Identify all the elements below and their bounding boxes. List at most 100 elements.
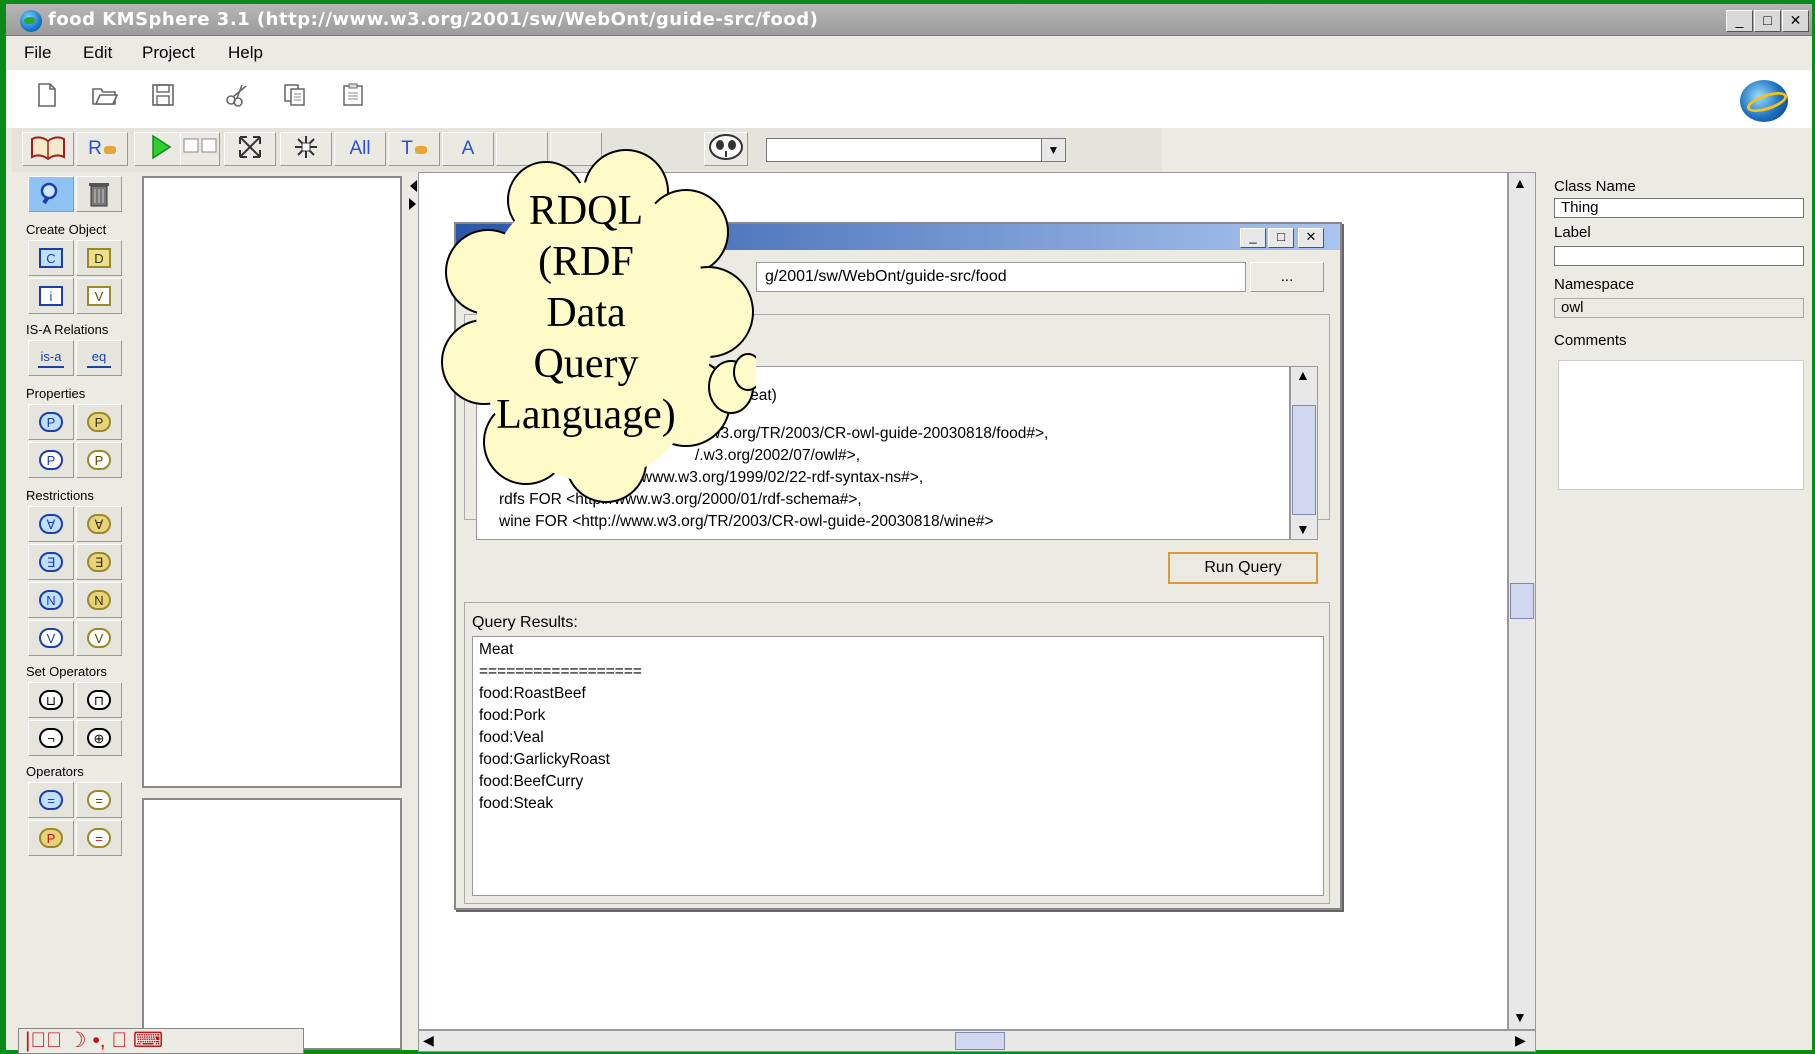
object-property-button[interactable]: P bbox=[28, 404, 74, 440]
scroll-left-icon[interactable]: ◀ bbox=[423, 1032, 434, 1049]
scroll-thumb[interactable] bbox=[955, 1032, 1005, 1050]
close-button[interactable]: ✕ bbox=[1782, 10, 1809, 32]
namespace-label: Namespace bbox=[1554, 276, 1635, 293]
all-values-data-button[interactable]: ∀ bbox=[76, 506, 122, 542]
union-button[interactable]: ⊔ bbox=[28, 682, 74, 718]
dialog-maximize-button[interactable]: □ bbox=[1268, 228, 1294, 248]
all-values-data-label: ∀ bbox=[87, 514, 111, 534]
paste-icon[interactable] bbox=[336, 82, 370, 116]
cardinality-button[interactable]: N bbox=[28, 582, 74, 618]
menu-project[interactable]: Project bbox=[142, 43, 195, 63]
same-as-data-button[interactable]: = bbox=[76, 782, 122, 818]
expand-icon[interactable] bbox=[280, 132, 332, 166]
all-button[interactable]: All bbox=[334, 132, 386, 166]
has-value-data-button[interactable]: V bbox=[76, 620, 122, 656]
one-of-button[interactable]: ⊕ bbox=[76, 720, 122, 756]
scroll-thumb[interactable] bbox=[1292, 405, 1316, 515]
complement-button[interactable]: ¬ bbox=[28, 720, 74, 756]
open-folder-icon[interactable] bbox=[88, 82, 122, 116]
some-values-label: ∃ bbox=[39, 552, 63, 572]
scroll-down-icon[interactable]: ▼ bbox=[1296, 521, 1310, 537]
splitter-handle[interactable] bbox=[408, 176, 418, 216]
results-text-area[interactable]: Meat ================== food:RoastBeef f… bbox=[472, 636, 1324, 896]
minimize-button[interactable]: _ bbox=[1726, 10, 1753, 32]
create-class-button[interactable]: C bbox=[28, 240, 74, 276]
layout-icon[interactable] bbox=[180, 132, 220, 166]
canvas-vertical-scrollbar[interactable]: ▲ ▼ bbox=[1508, 172, 1536, 1030]
scroll-thumb[interactable] bbox=[1510, 583, 1534, 619]
same-as-button[interactable]: = bbox=[28, 782, 74, 818]
class-name-label: Class Name bbox=[1554, 178, 1636, 195]
maximize-button[interactable]: □ bbox=[1754, 10, 1781, 32]
browse-button[interactable]: ... bbox=[1250, 262, 1324, 292]
run-query-button[interactable]: Run Query bbox=[1168, 552, 1318, 584]
all-values-button[interactable]: ∀ bbox=[28, 506, 74, 542]
comments-field[interactable] bbox=[1558, 360, 1804, 490]
query-scrollbar[interactable]: ▲ ▼ bbox=[1290, 366, 1318, 540]
create-value-button[interactable]: V bbox=[76, 278, 122, 314]
dialog-close-button[interactable]: ✕ bbox=[1298, 228, 1324, 248]
cardinality-data-button[interactable]: N bbox=[76, 582, 122, 618]
create-datatype-button[interactable]: D bbox=[76, 240, 122, 276]
canvas-horizontal-scrollbar[interactable]: ◀ ▶ bbox=[418, 1030, 1536, 1052]
scroll-right-icon[interactable]: ▶ bbox=[1515, 1032, 1526, 1049]
property-tree-panel[interactable] bbox=[142, 798, 402, 1050]
object-palette: Create Object C D i V IS-A Relations is-… bbox=[16, 172, 134, 1050]
menu-help[interactable]: Help bbox=[228, 43, 263, 63]
intersection-button[interactable]: ⊓ bbox=[76, 682, 122, 718]
scroll-up-icon[interactable]: ▲ bbox=[1296, 367, 1310, 383]
new-file-icon[interactable] bbox=[30, 82, 64, 116]
cardinality-data-label: N bbox=[87, 590, 111, 610]
datatype-property-button[interactable]: P bbox=[76, 404, 122, 440]
trash-icon[interactable] bbox=[76, 176, 122, 212]
cut-icon[interactable] bbox=[220, 82, 254, 116]
equivalent-button[interactable]: eq bbox=[76, 340, 122, 376]
save-icon[interactable] bbox=[146, 82, 180, 116]
class-name-field[interactable]: Thing bbox=[1554, 198, 1804, 218]
copy-icon[interactable] bbox=[278, 82, 312, 116]
menu-bar: File Edit Project Help bbox=[6, 36, 1812, 70]
book-icon[interactable] bbox=[22, 132, 74, 166]
isa-button[interactable]: is-a bbox=[28, 340, 74, 376]
t-tool-button[interactable]: T bbox=[388, 132, 440, 166]
result-line: ================== bbox=[479, 663, 642, 680]
search-icon[interactable] bbox=[28, 176, 74, 212]
all-values-label: ∀ bbox=[39, 514, 63, 534]
dialog-minimize-button[interactable]: _ bbox=[1240, 228, 1266, 248]
menu-edit[interactable]: Edit bbox=[83, 43, 112, 63]
cardinality-label: N bbox=[39, 590, 63, 610]
scroll-down-icon[interactable]: ▼ bbox=[1513, 1009, 1527, 1025]
object-property-alt-button[interactable]: P bbox=[28, 442, 74, 478]
namespace-field[interactable]: owl bbox=[1554, 298, 1804, 318]
create-object-heading: Create Object bbox=[26, 222, 107, 237]
ontology-url-field[interactable]: g/2001/sw/WebOnt/guide-src/food bbox=[756, 262, 1246, 292]
result-line: food:GarlickyRoast bbox=[479, 751, 610, 768]
create-instance-button[interactable]: i bbox=[28, 278, 74, 314]
some-values-button[interactable]: ∃ bbox=[28, 544, 74, 580]
properties-panel: Class Name Thing Label Namespace owl Com… bbox=[1546, 172, 1812, 1050]
scroll-up-icon[interactable]: ▲ bbox=[1513, 175, 1527, 191]
class-tree-panel[interactable] bbox=[142, 176, 402, 788]
datatype-property-alt-button[interactable]: P bbox=[76, 442, 122, 478]
different-from-label: = bbox=[87, 828, 111, 848]
inverse-button[interactable]: P bbox=[28, 820, 74, 856]
ime-toolbar[interactable]: |𩙊英 ☽ •, 大 ⌨ bbox=[18, 1028, 304, 1054]
has-value-button[interactable]: V bbox=[28, 620, 74, 656]
run-icon[interactable] bbox=[134, 132, 186, 166]
menu-file[interactable]: File bbox=[24, 43, 51, 63]
label-label: Label bbox=[1554, 224, 1591, 241]
some-values-data-button[interactable]: ∃ bbox=[76, 544, 122, 580]
callout-line: Language) bbox=[496, 392, 676, 438]
window-title: food KMSphere 3.1 (http://www.w3.org/200… bbox=[48, 9, 819, 30]
chevron-down-icon[interactable]: ▼ bbox=[1041, 139, 1065, 161]
result-line: food:Pork bbox=[479, 707, 546, 724]
toolbar-combo-box[interactable]: ▼ bbox=[766, 138, 1066, 162]
label-field[interactable] bbox=[1554, 246, 1804, 266]
different-from-button[interactable]: = bbox=[76, 820, 122, 856]
r-tool-button[interactable]: R bbox=[76, 132, 128, 166]
object-property-alt-label: P bbox=[39, 450, 63, 470]
inverse-label: P bbox=[39, 828, 63, 848]
kmsphere-window: food KMSphere 3.1 (http://www.w3.org/200… bbox=[6, 4, 1812, 1054]
title-bar[interactable]: food KMSphere 3.1 (http://www.w3.org/200… bbox=[6, 4, 1812, 36]
fit-view-icon[interactable] bbox=[224, 132, 276, 166]
